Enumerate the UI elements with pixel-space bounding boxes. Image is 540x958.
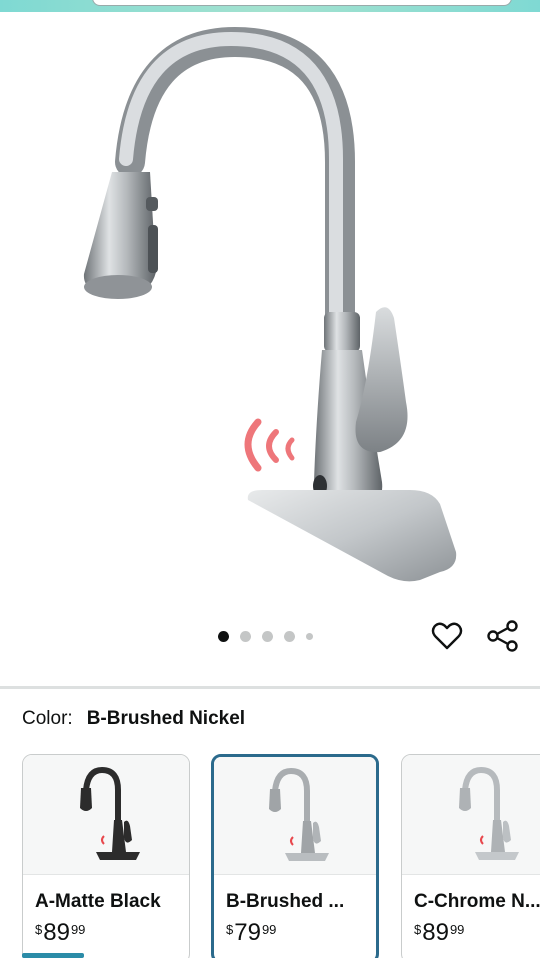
carousel-dot-4[interactable] xyxy=(284,630,295,642)
product-image[interactable] xyxy=(0,12,540,612)
swatch-name: C-Chrome N... xyxy=(414,891,540,912)
top-banner-strip xyxy=(0,0,540,12)
color-label: Color: xyxy=(22,708,73,729)
swatch-price: $ 89 99 xyxy=(35,919,86,946)
swatch-name: B-Brushed ... xyxy=(226,891,345,912)
search-bar-edge[interactable] xyxy=(92,0,512,6)
carousel-dot-2[interactable] xyxy=(240,630,251,642)
carousel-dot-3[interactable] xyxy=(262,630,273,642)
swatch-name: A-Matte Black xyxy=(35,891,161,912)
color-selection-row: Color: B-Brushed Nickel xyxy=(22,708,245,730)
scroll-indicator xyxy=(22,953,84,958)
swatch-price: $ 89 99 xyxy=(414,919,465,946)
swatch-thumbnail xyxy=(402,755,540,875)
swatch-price: $ 79 99 xyxy=(226,919,277,946)
swatch-matte-black[interactable]: A-Matte Black $ 89 99 xyxy=(22,754,190,958)
swatch-thumbnail xyxy=(214,757,376,875)
carousel-dot-1[interactable] xyxy=(218,630,229,642)
heart-icon[interactable] xyxy=(430,619,464,653)
selected-color-value: B-Brushed Nickel xyxy=(86,708,246,729)
swatch-brushed-nickel[interactable]: B-Brushed ... $ 79 99 xyxy=(211,754,379,958)
share-icon[interactable] xyxy=(486,619,520,653)
color-swatch-list[interactable]: A-Matte Black $ 89 99 B-Brushed ... $ 79… xyxy=(0,754,540,958)
section-divider xyxy=(0,686,540,689)
swatch-chrome-nickel[interactable]: C-Chrome N... $ 89 99 xyxy=(401,754,540,958)
swatch-thumbnail xyxy=(23,755,189,875)
carousel-dot-5[interactable] xyxy=(306,632,313,640)
image-carousel-dots[interactable] xyxy=(218,629,313,643)
